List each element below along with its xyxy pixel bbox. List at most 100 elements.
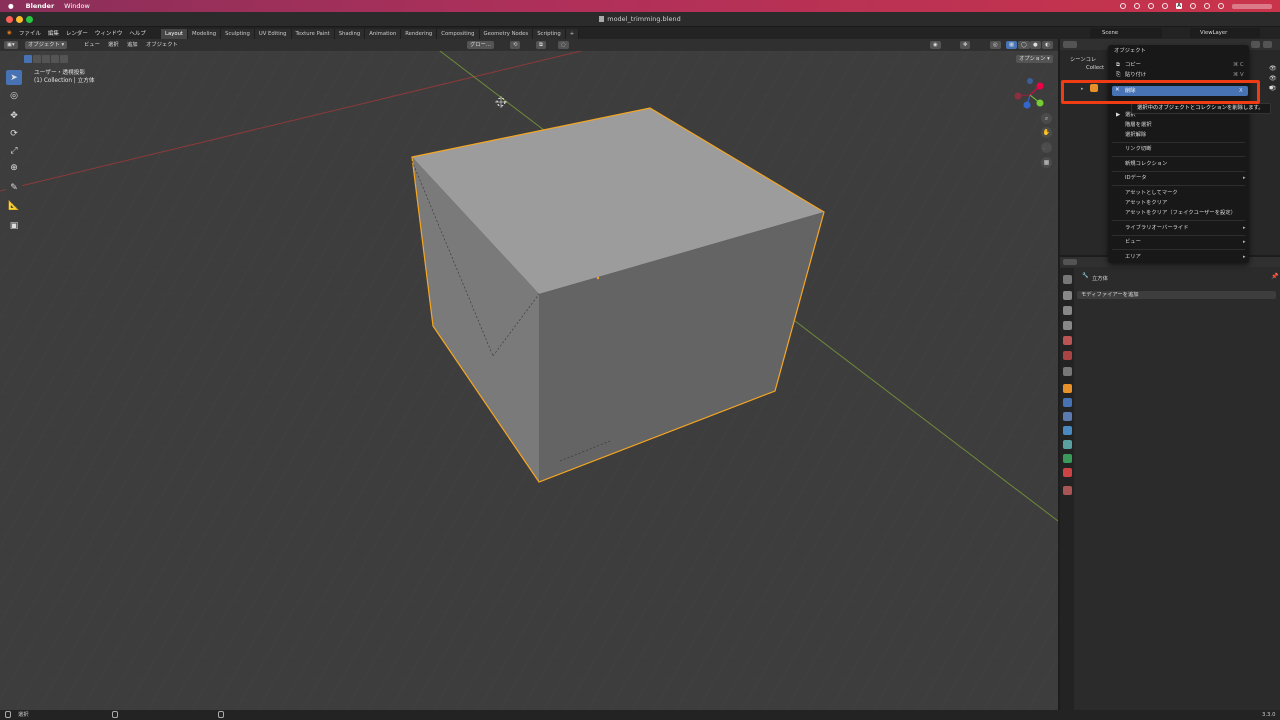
move-tool-icon[interactable]: ✥	[6, 108, 22, 123]
tab-geometry-nodes[interactable]: Geometry Nodes	[479, 29, 534, 39]
xray-icon[interactable]: ▦	[1006, 41, 1018, 49]
menu-item-mark-asset[interactable]: アセットとしてマーク	[1125, 189, 1178, 197]
collection-label[interactable]: Collect	[1086, 65, 1104, 71]
eye-icon[interactable]: 👁	[1269, 65, 1277, 72]
shading-material-icon[interactable]: ◐	[1042, 41, 1053, 49]
menu-add[interactable]: 追加	[127, 41, 138, 49]
add-cube-tool-icon[interactable]: ▣	[6, 218, 22, 233]
status-icon[interactable]	[1134, 3, 1140, 9]
scene-collection-label[interactable]: シーンコレ	[1070, 55, 1096, 63]
select-subtract-icon[interactable]	[42, 55, 50, 63]
menu-object[interactable]: オブジェクト	[146, 41, 178, 49]
object-tab-icon[interactable]	[1063, 384, 1072, 393]
proportional-icon[interactable]: ◌	[558, 41, 569, 49]
control-center-icon[interactable]	[1218, 3, 1224, 9]
tab-modeling[interactable]: Modeling	[188, 29, 222, 39]
tab-uv-editing[interactable]: UV Editing	[254, 29, 292, 39]
tab-scripting[interactable]: Scripting	[533, 29, 566, 39]
mac-menu-app[interactable]: Blender	[26, 2, 55, 10]
physics-tab-icon[interactable]	[1063, 426, 1072, 435]
scale-tool-icon[interactable]: ⤢	[6, 143, 22, 158]
editor-type-button[interactable]: ▣▾	[4, 41, 18, 49]
menu-file[interactable]: ファイル	[19, 29, 41, 37]
overlay-icon[interactable]: ◎	[990, 41, 1001, 49]
scene-selector[interactable]: Scene	[1090, 28, 1162, 38]
select-invert-icon[interactable]	[60, 55, 68, 63]
texture-tab-icon[interactable]	[1063, 486, 1072, 495]
wifi-icon[interactable]	[1190, 3, 1196, 9]
shading-solid-icon[interactable]: ●	[1030, 41, 1041, 49]
transform-orientation[interactable]: グロー...	[467, 41, 494, 49]
menu-item-clear-asset-fake-user[interactable]: アセットをクリア（フェイクユーザーを設定）	[1125, 209, 1236, 217]
menu-item-area[interactable]: エリア	[1125, 253, 1141, 261]
measure-tool-icon[interactable]: 📐	[6, 198, 22, 213]
search-icon[interactable]	[1204, 3, 1210, 9]
menu-edit[interactable]: 編集	[48, 29, 59, 37]
menu-item-library-override[interactable]: ライブラリオーバーライド	[1125, 224, 1189, 232]
particles-tab-icon[interactable]	[1063, 412, 1072, 421]
visibility-icon[interactable]: ◉	[930, 41, 941, 49]
filter-icon[interactable]	[1251, 41, 1260, 48]
apple-icon[interactable]: ●	[8, 2, 14, 10]
new-collection-icon[interactable]	[1263, 41, 1272, 48]
gizmo-icon[interactable]: ✥	[960, 41, 971, 49]
3d-viewport[interactable]	[0, 51, 1058, 710]
menu-help[interactable]: ヘルプ	[129, 29, 146, 37]
status-icon[interactable]	[1148, 3, 1154, 9]
constraints-tab-icon[interactable]	[1063, 440, 1072, 449]
options-button[interactable]: オプション ▾	[1016, 55, 1053, 63]
view-layer-tab-icon[interactable]	[1063, 321, 1072, 330]
camera-view-icon[interactable]: 🎥	[1041, 142, 1052, 153]
transform-tool-icon[interactable]: ⊕	[6, 160, 22, 175]
tool-tab-icon[interactable]	[1063, 275, 1072, 284]
tab-texture-paint[interactable]: Texture Paint	[291, 29, 335, 39]
menu-item-clear-asset[interactable]: アセットをクリア	[1125, 199, 1167, 207]
tab-compositing[interactable]: Compositing	[437, 29, 480, 39]
pan-hand-icon[interactable]: ✋	[1041, 127, 1052, 138]
select-intersect-icon[interactable]	[51, 55, 59, 63]
properties-editor-type-icon[interactable]	[1063, 259, 1077, 265]
tab-layout[interactable]: Layout	[161, 29, 189, 39]
menu-item-copy[interactable]: コピー	[1125, 61, 1141, 69]
menu-item-id-data[interactable]: IDデータ	[1125, 174, 1147, 182]
mode-selector[interactable]: オブジェクト ▾	[25, 41, 68, 49]
camera-icon[interactable]: ▪	[1269, 84, 1273, 91]
modifier-tab-icon[interactable]	[1063, 398, 1072, 407]
menu-item-view[interactable]: ビュー	[1125, 238, 1141, 246]
menu-item-unlink[interactable]: リンク切断	[1125, 145, 1152, 153]
material-tab-icon[interactable]	[1063, 468, 1072, 477]
world-tab-icon[interactable]	[1063, 351, 1072, 360]
menu-item-select-hierarchy[interactable]: 階層を選択	[1125, 121, 1152, 129]
mac-menu-window[interactable]: Window	[64, 2, 90, 10]
select-box-tool-icon[interactable]: ➤	[6, 70, 22, 85]
cursor-tool-icon[interactable]: ◎	[6, 88, 22, 103]
viewlayer-selector[interactable]: ViewLayer	[1190, 28, 1260, 38]
eye-icon[interactable]: 👁	[1269, 75, 1277, 82]
tab-shading[interactable]: Shading	[334, 29, 366, 39]
blender-logo-icon[interactable]: ◉	[7, 30, 12, 36]
outliner-editor-type-icon[interactable]	[1063, 41, 1077, 48]
shading-wireframe-icon[interactable]: ◯	[1018, 41, 1030, 49]
menu-item-deselect[interactable]: 選択解除	[1125, 131, 1146, 139]
status-icon[interactable]	[1120, 3, 1126, 9]
select-extend-icon[interactable]	[33, 55, 41, 63]
scene-tab-icon[interactable]	[1063, 336, 1072, 345]
menu-view[interactable]: ビュー	[84, 41, 100, 49]
rotate-tool-icon[interactable]: ⟳	[6, 126, 22, 141]
annotate-tool-icon[interactable]: ✎	[6, 180, 22, 195]
add-workspace-button[interactable]: +	[565, 29, 580, 39]
menu-item-new-collection[interactable]: 新規コレクション	[1125, 160, 1167, 168]
zoom-icon[interactable]: ⌕	[1041, 113, 1052, 124]
input-source-icon[interactable]: A	[1176, 3, 1182, 9]
tab-animation[interactable]: Animation	[365, 29, 402, 39]
menu-item-paste[interactable]: 貼り付け	[1125, 71, 1146, 79]
status-icon[interactable]	[1162, 3, 1168, 9]
data-tab-icon[interactable]	[1063, 454, 1072, 463]
output-tab-icon[interactable]	[1063, 306, 1072, 315]
grid-view-icon[interactable]: ▦	[1041, 157, 1052, 168]
render-tab-icon[interactable]	[1063, 291, 1072, 300]
pivot-icon[interactable]: ⟲	[510, 41, 521, 49]
add-modifier-button[interactable]: モディファイアーを追加	[1077, 291, 1276, 299]
pin-icon[interactable]: 📌	[1271, 273, 1278, 280]
tab-sculpting[interactable]: Sculpting	[221, 29, 255, 39]
